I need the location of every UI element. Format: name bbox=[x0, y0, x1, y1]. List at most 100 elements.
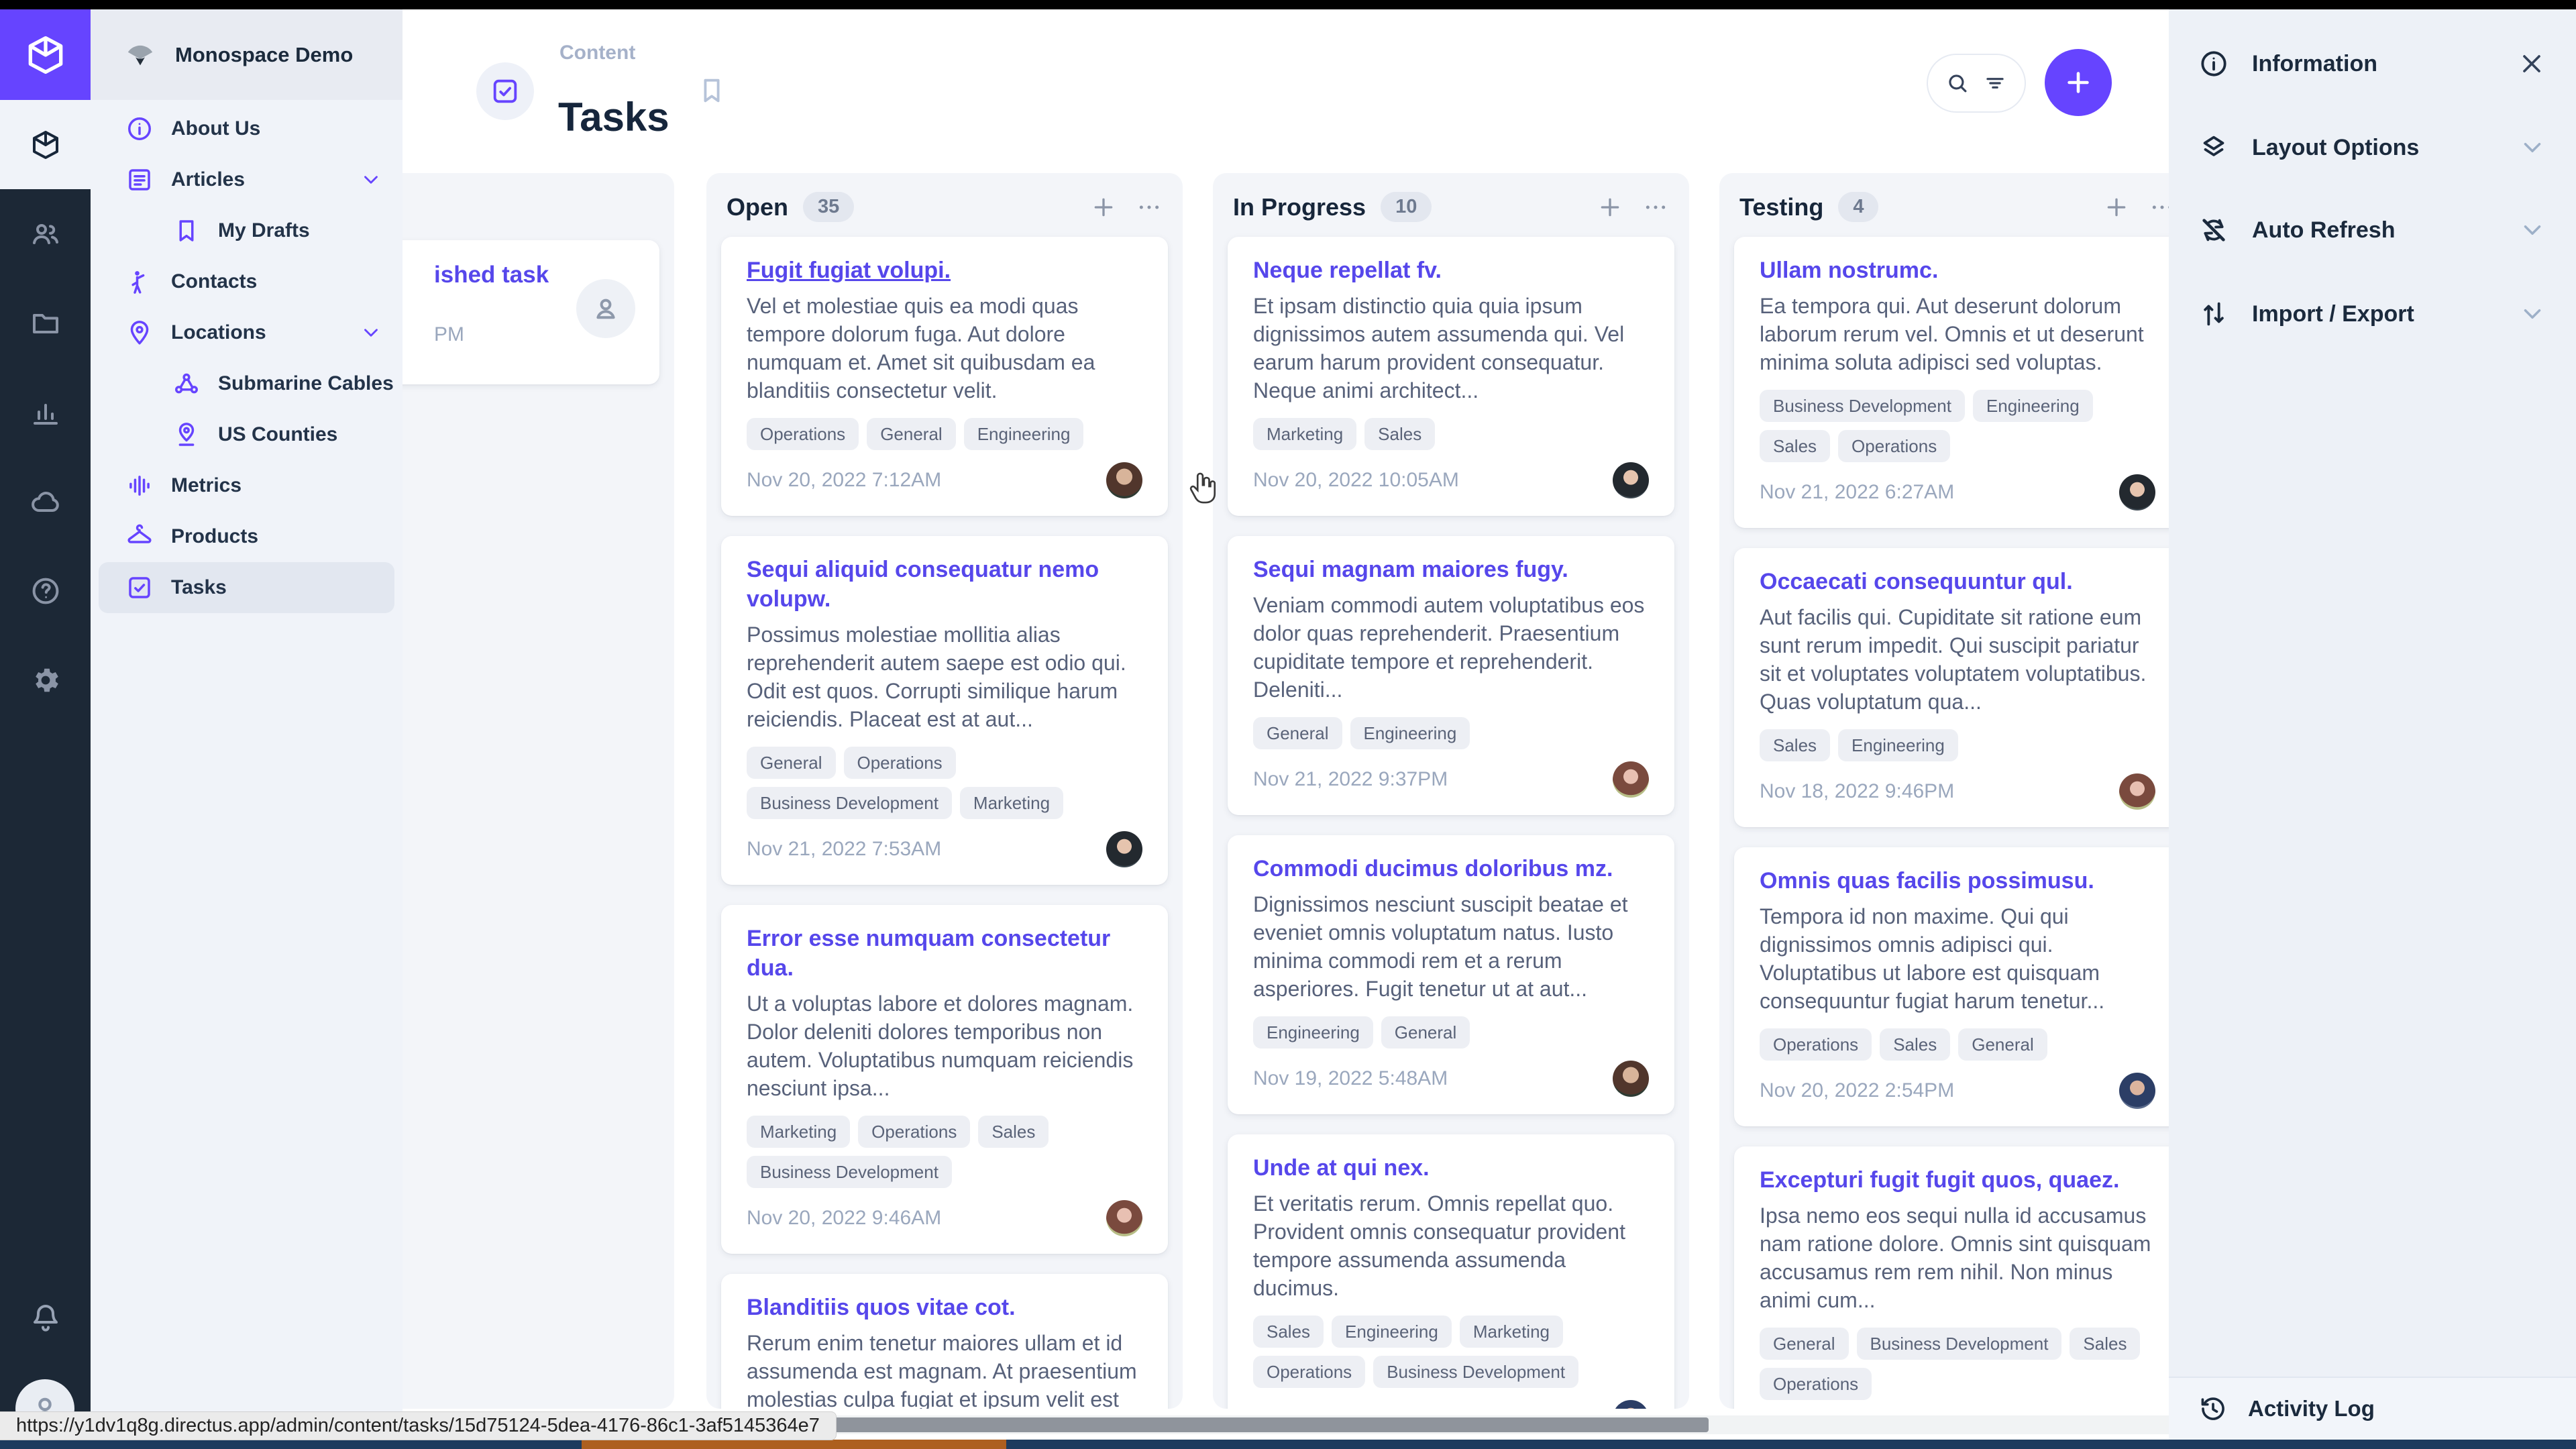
task-date: Nov 21, 2022 7:53AM bbox=[747, 838, 941, 861]
column-menu-button[interactable] bbox=[1136, 194, 1163, 221]
avatar[interactable] bbox=[1106, 831, 1142, 867]
task-title-link[interactable]: Excepturi fugit fugit quos, quaez. bbox=[1760, 1165, 2155, 1195]
task-title-link[interactable]: Sequi aliquid consequatur nemo volupw. bbox=[747, 555, 1142, 614]
cube-logo-icon bbox=[24, 34, 67, 76]
cloud-icon bbox=[30, 486, 62, 518]
module-settings[interactable] bbox=[0, 635, 91, 724]
tag: Sales bbox=[1760, 729, 1830, 761]
module-users[interactable] bbox=[0, 189, 91, 278]
sidebar-section-information[interactable]: Information bbox=[2169, 30, 2576, 97]
horizontal-scrollbar-thumb[interactable] bbox=[747, 1417, 1709, 1432]
sidebar-item-locations[interactable]: Locations bbox=[91, 307, 402, 358]
task-title-link[interactable]: Error esse numquam consectetur dua. bbox=[747, 924, 1142, 983]
task-card[interactable]: Error esse numquam consectetur dua. Ut a… bbox=[721, 905, 1168, 1254]
task-description: Veniam commodi autem voluptatibus eos do… bbox=[1253, 591, 1649, 704]
task-title-link[interactable]: Commodi ducimus doloribus mz. bbox=[1253, 854, 1649, 883]
activity-log-button[interactable]: Activity Log bbox=[2169, 1377, 2576, 1440]
task-card[interactable]: Sequi aliquid consequatur nemo volupw. P… bbox=[721, 536, 1168, 885]
sidebar-section-import-export[interactable]: Import / Export bbox=[2169, 280, 2576, 347]
chevron-down-icon[interactable] bbox=[360, 168, 382, 191]
avatar[interactable] bbox=[1106, 1200, 1142, 1236]
search-filter-pill[interactable] bbox=[1927, 54, 2026, 113]
task-card[interactable]: Blanditiis quos vitae cot. Rerum enim te… bbox=[721, 1274, 1168, 1409]
sidebar-item-about-us[interactable]: About Us bbox=[91, 103, 402, 154]
chevron-down-icon[interactable] bbox=[360, 321, 382, 344]
sidebar-item-articles[interactable]: Articles bbox=[91, 154, 402, 205]
tag-list: General Engineering bbox=[1253, 717, 1649, 749]
task-title-link[interactable]: Omnis quas facilis possimusu. bbox=[1760, 866, 2155, 896]
task-date: Nov 20, 2022 9:46AM bbox=[747, 1207, 941, 1230]
sidebar-item-submarine-cables[interactable]: Submarine Cables bbox=[91, 358, 402, 409]
avatar[interactable] bbox=[2119, 1073, 2155, 1109]
task-card[interactable]: Ullam nostrumc. Ea tempora qui. Aut dese… bbox=[1734, 237, 2169, 528]
task-card[interactable]: Omnis quas facilis possimusu. Tempora id… bbox=[1734, 847, 2169, 1126]
module-insights[interactable] bbox=[0, 368, 91, 457]
filter-icon[interactable] bbox=[1982, 70, 2008, 96]
column-title: In Progress bbox=[1233, 193, 1366, 221]
bookmark-icon[interactable] bbox=[696, 75, 727, 106]
collection-icon-badge[interactable] bbox=[476, 62, 534, 120]
sidebar-item-label: Locations bbox=[171, 321, 266, 344]
sidebar-item-us-counties[interactable]: US Counties bbox=[91, 409, 402, 460]
add-card-button[interactable] bbox=[2103, 194, 2130, 221]
project-switcher[interactable]: Monospace Demo bbox=[91, 9, 402, 100]
add-item-button[interactable] bbox=[2045, 49, 2112, 116]
search-icon[interactable] bbox=[1945, 70, 1970, 96]
sidebar-item-my-drafts[interactable]: My Drafts bbox=[91, 205, 402, 256]
task-card[interactable]: Neque repellat fv. Et ipsam distinctio q… bbox=[1228, 237, 1674, 516]
add-card-button[interactable] bbox=[1597, 194, 1623, 221]
project-logo-button[interactable] bbox=[0, 9, 91, 100]
avatar[interactable] bbox=[1106, 462, 1142, 498]
column-menu-button[interactable] bbox=[2149, 194, 2169, 221]
task-description: Vel et molestiae quis ea modi quas tempo… bbox=[747, 292, 1142, 405]
task-card[interactable]: Commodi ducimus doloribus mz. Dignissimo… bbox=[1228, 835, 1674, 1114]
breadcrumb[interactable]: Content bbox=[559, 42, 635, 64]
task-description: Ipsa nemo eos sequi nulla id accusamus n… bbox=[1760, 1201, 2155, 1314]
task-title-link[interactable]: Unde at qui nex. bbox=[1253, 1153, 1649, 1183]
task-card[interactable]: ished task PM bbox=[402, 240, 659, 384]
task-description: Aut facilis qui. Cupiditate sit ratione … bbox=[1760, 603, 2155, 716]
avatar[interactable] bbox=[1613, 1400, 1649, 1409]
avatar[interactable] bbox=[1613, 761, 1649, 798]
chevron-down-icon[interactable] bbox=[2518, 216, 2546, 244]
task-card[interactable]: Fugit fugiat volupi. Vel et molestiae qu… bbox=[721, 237, 1168, 516]
sidebar-section-auto-refresh[interactable]: Auto Refresh bbox=[2169, 197, 2576, 264]
notifications-button[interactable] bbox=[0, 1273, 91, 1362]
sidebar-item-products[interactable]: Products bbox=[91, 511, 402, 562]
close-icon[interactable] bbox=[2517, 49, 2546, 78]
avatar[interactable] bbox=[2119, 773, 2155, 810]
task-card[interactable]: Occaecati consequuntur qul. Aut facilis … bbox=[1734, 548, 2169, 827]
hub-icon bbox=[172, 370, 201, 398]
tag: Sales bbox=[978, 1116, 1049, 1148]
task-date: Nov 18, 2022 9:46PM bbox=[1760, 780, 1954, 803]
sidebar-section-layout-options[interactable]: Layout Options bbox=[2169, 114, 2576, 181]
sidebar-item-tasks[interactable]: Tasks bbox=[99, 562, 394, 613]
avatar[interactable] bbox=[1613, 462, 1649, 498]
task-title-link[interactable]: Blanditiis quos vitae cot. bbox=[747, 1293, 1142, 1322]
module-help[interactable] bbox=[0, 546, 91, 635]
avatar[interactable] bbox=[1613, 1061, 1649, 1097]
sidebar-item-contacts[interactable]: Contacts bbox=[91, 256, 402, 307]
module-content[interactable] bbox=[0, 100, 91, 189]
task-card[interactable]: Excepturi fugit fugit quos, quaez. Ipsa … bbox=[1734, 1146, 2169, 1409]
task-title-link[interactable]: Fugit fugiat volupi. bbox=[747, 256, 1142, 285]
chevron-down-icon[interactable] bbox=[2518, 300, 2546, 328]
task-date: Nov 21, 2022 9:37PM bbox=[1253, 768, 1448, 791]
sidebar-item-metrics[interactable]: Metrics bbox=[91, 460, 402, 511]
task-title-link[interactable]: Ullam nostrumc. bbox=[1760, 256, 2155, 285]
task-title-link[interactable]: Sequi magnam maiores fugy. bbox=[1253, 555, 1649, 584]
task-title-link[interactable]: Neque repellat fv. bbox=[1253, 256, 1649, 285]
column-menu-button[interactable] bbox=[1642, 194, 1669, 221]
module-cloud[interactable] bbox=[0, 457, 91, 546]
sidebar-item-label: US Counties bbox=[218, 423, 337, 446]
avatar[interactable] bbox=[2119, 474, 2155, 511]
tag: Business Development bbox=[1857, 1328, 2062, 1360]
task-card[interactable]: Unde at qui nex. Et veritatis rerum. Omn… bbox=[1228, 1134, 1674, 1409]
task-card[interactable]: Sequi magnam maiores fugy. Veniam commod… bbox=[1228, 536, 1674, 815]
task-title-link[interactable]: ished task bbox=[434, 260, 549, 290]
sync-disabled-icon bbox=[2198, 215, 2229, 246]
chevron-down-icon[interactable] bbox=[2518, 133, 2546, 162]
task-title-link[interactable]: Occaecati consequuntur qul. bbox=[1760, 567, 2155, 596]
add-card-button[interactable] bbox=[1090, 194, 1117, 221]
module-files[interactable] bbox=[0, 278, 91, 368]
